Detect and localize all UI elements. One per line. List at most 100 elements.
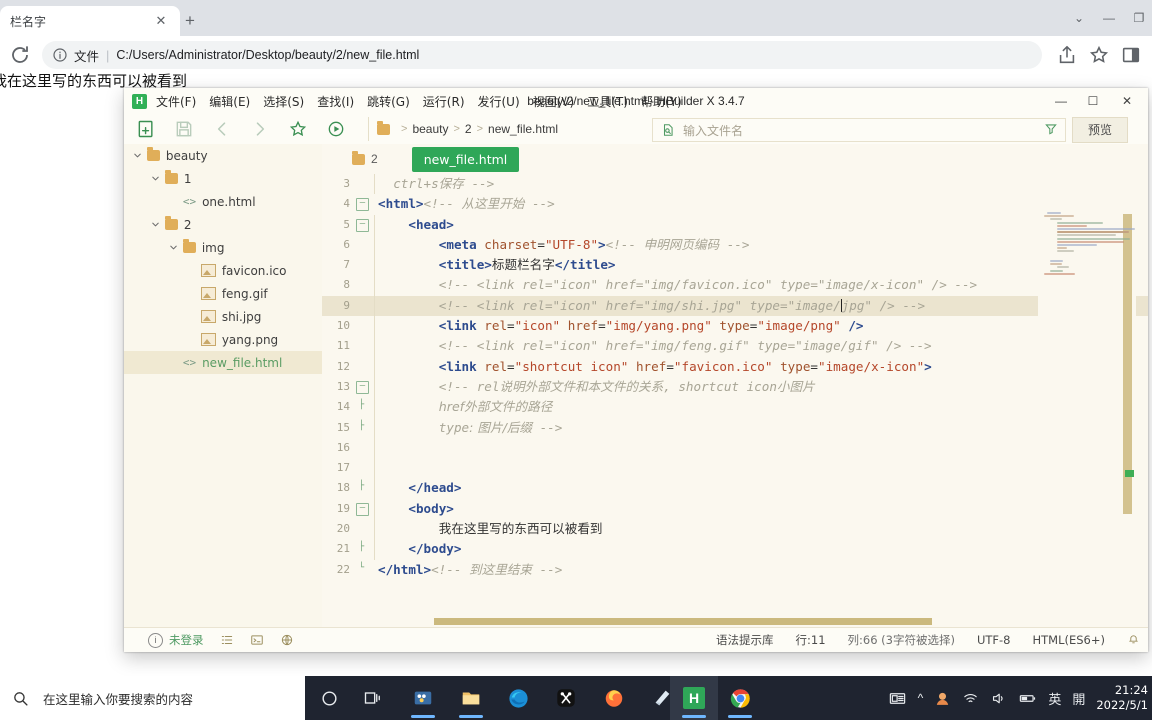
globe-icon[interactable] [280,633,294,647]
menu-file[interactable]: 文件(F) [156,93,196,110]
encoding-status[interactable]: UTF-8 [977,633,1011,647]
user-avatar-icon[interactable] [934,690,951,707]
language-mode-status[interactable]: HTML(ES6+) [1033,633,1106,647]
code-line[interactable]: 13– <!-- rel说明外部文件和本文件的关系, shortcut icon小… [322,376,1148,398]
reload-icon[interactable] [8,43,32,67]
code-line[interactable]: 19– <body> [322,498,1148,520]
chevron-up-icon[interactable]: ^ [918,691,924,705]
code-line[interactable]: 10 <link rel="icon" href="img/yang.png" t… [322,316,1148,337]
explorer-item-img[interactable]: img [124,236,322,259]
clock[interactable]: 21:24 2022/5/1 [1096,683,1148,713]
volume-icon[interactable] [990,690,1007,707]
horizontal-scrollbar[interactable] [322,618,1148,626]
preview-button[interactable]: 预览 [1072,117,1128,143]
outline-icon[interactable] [220,633,234,647]
capcut-button[interactable] [542,676,590,720]
code-line[interactable]: 9 <!-- <link rel="icon" href="img/shi.jpg… [322,295,1148,317]
code-line[interactable]: 15 ├ type: 图片/后缀 --> [322,417,1148,438]
close-icon[interactable]: ✕ [154,14,168,28]
vertical-scrollbar-thumb[interactable] [1123,214,1132,514]
horizontal-scrollbar-thumb[interactable] [434,618,932,625]
code-line[interactable]: 6 <meta charset="UTF-8"><!-- 申明网页编码 --> [322,234,1148,256]
chevron-down-icon[interactable] [132,150,143,161]
code-line[interactable]: 21 ├ </body> [322,539,1148,560]
fold-toggle-icon[interactable]: – [356,198,369,212]
fold-toggle-icon[interactable]: – [356,380,369,394]
chevron-down-icon[interactable]: ⌄ [1062,4,1096,32]
cortana-button[interactable] [305,676,353,720]
explorer-item-new-file-html[interactable]: <> new_file.html [124,351,322,374]
code-editor[interactable]: 3 ctrl+s保存 --> 4– <html><!-- 从这里开始 --> 5– <he… [322,174,1148,606]
code-line[interactable]: 18 ├ </head> [322,478,1148,499]
code-line[interactable]: 12 <link rel="shortcut icon" href="favico… [322,356,1148,377]
menu-help[interactable]: 帮助(Y) [641,93,682,110]
news-icon[interactable] [888,689,907,708]
code-line[interactable]: 11 <!-- <link rel="icon" href="img/feng.g… [322,336,1148,357]
info-icon[interactable] [52,47,68,63]
menu-goto[interactable]: 跳转(G) [367,93,410,110]
code-line[interactable]: 8 <!-- <link rel="icon" href="img/favicon… [322,275,1148,296]
cursor-row-status[interactable]: 行:11 [796,632,826,648]
file-explorer-button[interactable] [447,676,495,720]
login-status[interactable]: 未登录 [169,632,204,648]
code-minimap[interactable] [1038,174,1136,606]
bell-icon[interactable] [1127,632,1140,648]
minimize-button[interactable]: — [1046,88,1076,114]
star-icon[interactable] [1088,44,1110,66]
breadcrumb-item-beauty[interactable]: beauty [412,122,448,136]
code-line[interactable]: 22 └ </html><!-- 到这里结束 --> [322,560,1148,580]
new-tab-button[interactable]: + [176,7,204,35]
code-line[interactable]: 20 我在这里写的东西可以被看到 [322,519,1148,540]
wifi-icon[interactable] [962,690,979,707]
firefox-button[interactable] [590,676,638,720]
menu-publish[interactable]: 发行(U) [478,93,520,110]
code-line[interactable]: 4– <html><!-- 从这里开始 --> [322,194,1148,214]
explorer-item-one-html[interactable]: <> one.html [124,190,322,213]
file-search-input[interactable]: 输入文件名 [652,118,1066,142]
code-line[interactable]: 5– <head> [322,214,1148,235]
menu-select[interactable]: 选择(S) [263,93,304,110]
explorer-item-yang-png[interactable]: yang.png [124,328,322,351]
explorer-item-beauty[interactable]: beauty [124,144,322,167]
explorer-item-shi-jpg[interactable]: shi.jpg [124,305,322,328]
cursor-column-status[interactable]: 列:66 (3字符被选择) [848,632,955,648]
explorer-item-favicon-ico[interactable]: favicon.ico [124,259,322,282]
fold-toggle-icon[interactable]: – [356,502,369,516]
ime-language-indicator[interactable]: 英 [1048,689,1061,708]
code-line[interactable]: 3 ctrl+s保存 --> [322,174,1148,195]
side-panel-icon[interactable] [1120,44,1142,66]
share-icon[interactable] [1056,44,1078,66]
terminal-icon[interactable] [250,633,264,647]
menu-tools[interactable]: 工具(T) [587,93,628,110]
menu-view[interactable]: 视图(V) [533,93,575,110]
fold-toggle-icon[interactable]: – [356,218,369,232]
code-line[interactable]: 17 [322,458,1148,479]
address-bar[interactable]: 文件 | C:/Users/Administrator/Desktop/beau… [42,41,1042,69]
code-line[interactable]: 7 <title>标题栏名字</title> [322,255,1148,276]
task-view-button[interactable] [349,676,397,720]
minimize-icon[interactable]: — [1092,4,1126,32]
battery-icon[interactable] [1018,689,1037,708]
chevron-down-icon[interactable] [150,219,161,230]
code-line[interactable]: 16 [322,437,1148,459]
chevron-down-icon[interactable] [150,173,161,184]
close-button[interactable]: ✕ [1112,88,1142,114]
explorer-item-1[interactable]: 1 [124,167,322,190]
maximize-button[interactable]: ☐ [1078,88,1108,114]
filter-icon[interactable] [1044,122,1058,136]
account-icon[interactable]: i [148,632,163,648]
save-icon[interactable] [174,119,194,139]
browser-tab[interactable]: 栏名字 ✕ [0,6,180,36]
explorer-item-feng-gif[interactable]: feng.gif [124,282,322,305]
hbuilder-button[interactable]: H [670,676,718,720]
ime-mode-indicator[interactable]: 開 [1072,689,1085,708]
explorer-item-2[interactable]: 2 [124,213,322,236]
forward-icon[interactable] [250,119,270,139]
menu-find[interactable]: 查找(I) [317,93,354,110]
chevron-down-icon[interactable] [168,242,179,253]
new-file-icon[interactable] [136,119,156,139]
back-icon[interactable] [212,119,232,139]
edge-button[interactable] [494,676,542,720]
breadcrumb-item-file[interactable]: new_file.html [488,122,558,136]
menu-edit[interactable]: 编辑(E) [209,93,250,110]
